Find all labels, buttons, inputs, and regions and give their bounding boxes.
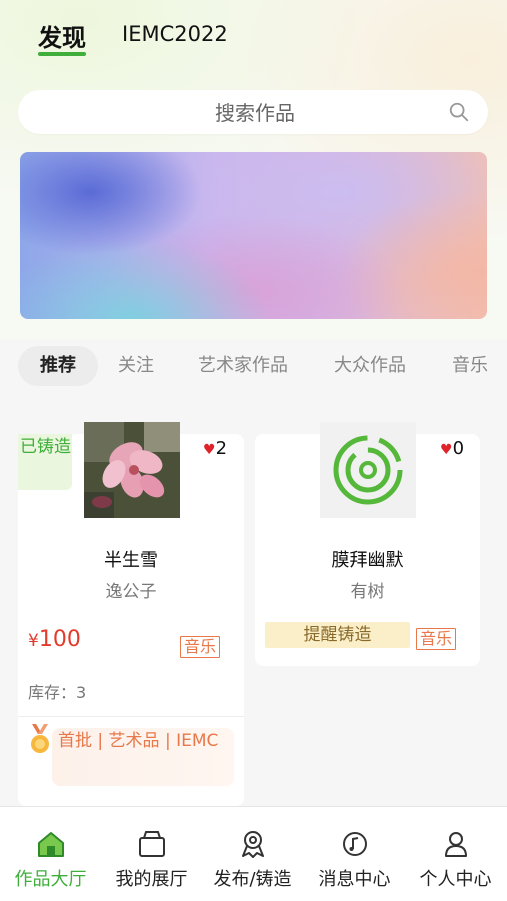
- music-disc-icon: [320, 422, 416, 518]
- divider: [18, 716, 244, 717]
- nav-label: 发布/铸造: [213, 869, 292, 890]
- genre-tag: 音乐: [416, 628, 457, 650]
- hall-icon: [37, 832, 64, 857]
- tab-iemc2022[interactable]: IEMC2022: [122, 22, 228, 46]
- work-card[interactable]: 已铸造 ♥2 半生雪 逸公子 ¥100 音乐 库存：3 首批 | 艺术品 | I…: [18, 422, 244, 806]
- profile-icon: [444, 832, 467, 857]
- price: ¥100: [28, 627, 81, 652]
- stock: 库存：3: [28, 683, 87, 702]
- category-tabs: 推荐 关注 艺术家作品 大众作品 音乐: [18, 346, 507, 388]
- like-count[interactable]: ♥2: [203, 438, 227, 459]
- search-input[interactable]: [18, 90, 492, 136]
- work-thumbnail[interactable]: [320, 422, 416, 518]
- category-public-works[interactable]: 大众作品: [334, 346, 406, 386]
- category-follow[interactable]: 关注: [118, 346, 154, 386]
- nav-label: 个人中心: [419, 869, 492, 890]
- bottom-nav: 作品大厅 我的展厅 发布/铸造 消息中心 个人中心: [0, 806, 507, 901]
- nav-profile[interactable]: 个人中心: [405, 807, 506, 901]
- collection-badge: 首批 | 艺术品 | IEMC: [28, 724, 238, 786]
- flower-image: [84, 422, 180, 518]
- publish-icon: [241, 831, 264, 858]
- work-title: 膜拜幽默: [331, 550, 404, 571]
- nav-publish[interactable]: 发布/铸造: [202, 807, 303, 901]
- nav-messages[interactable]: 消息中心: [304, 807, 405, 901]
- nav-label: 消息中心: [318, 869, 391, 890]
- search-bar[interactable]: [18, 90, 492, 136]
- nav-label: 作品大厅: [14, 869, 87, 890]
- genre-tag: 音乐: [180, 636, 221, 658]
- artist-name: 逸公子: [105, 582, 157, 602]
- medal-icon: [31, 724, 49, 753]
- category-recommend[interactable]: 推荐: [18, 346, 98, 386]
- work-card[interactable]: ♥0 膜拜幽默 有树 提醒铸造 音乐: [255, 422, 480, 666]
- tab-discover[interactable]: 发现: [38, 18, 86, 56]
- work-thumbnail[interactable]: [84, 422, 180, 518]
- nav-hall[interactable]: 作品大厅: [0, 807, 101, 901]
- top-tabs: 发现 IEMC2022: [0, 0, 507, 70]
- remind-mint-button[interactable]: 提醒铸造: [265, 622, 410, 648]
- nav-label: 我的展厅: [115, 869, 188, 890]
- artist-name: 有树: [350, 582, 385, 602]
- category-music[interactable]: 音乐: [452, 346, 488, 386]
- gallery-icon: [138, 831, 165, 857]
- heart-icon: ♥: [203, 442, 216, 458]
- category-artist-works[interactable]: 艺术家作品: [198, 346, 288, 386]
- minted-badge: 已铸造: [18, 434, 72, 490]
- banner[interactable]: [20, 152, 487, 319]
- badge-text: 首批 | 艺术品 | IEMC: [52, 728, 234, 786]
- like-count[interactable]: ♥0: [440, 438, 464, 459]
- search-icon[interactable]: [448, 101, 470, 123]
- message-icon: [342, 832, 367, 856]
- work-title: 半生雪: [104, 550, 158, 571]
- nav-gallery[interactable]: 我的展厅: [101, 807, 202, 901]
- heart-icon: ♥: [440, 442, 453, 458]
